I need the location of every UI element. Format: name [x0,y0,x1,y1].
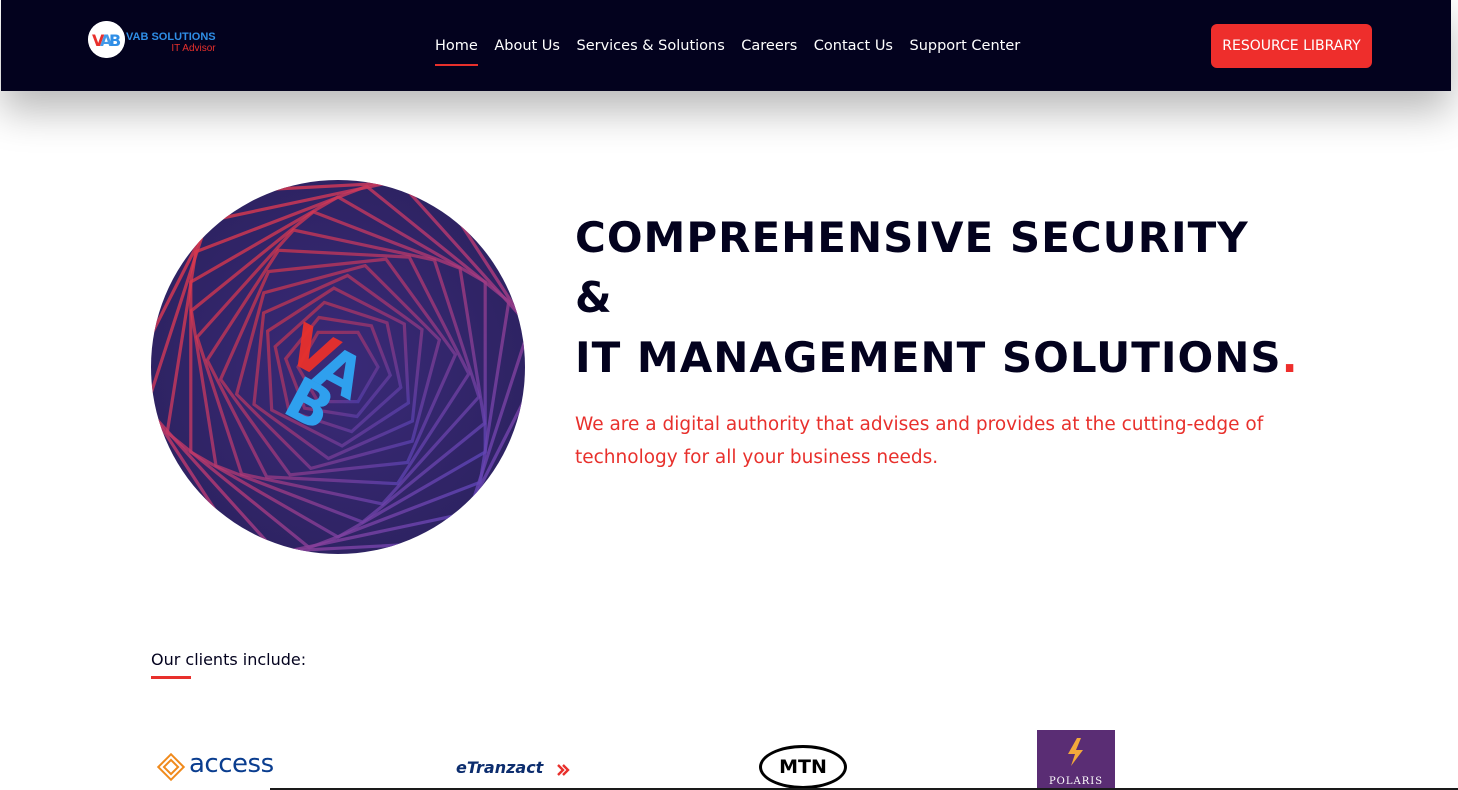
hero-spiral-graphic: V A B [151,180,525,554]
hero-title: COMPREHENSIVE SECURITY & IT MANAGEMENT S… [575,208,1299,388]
polaris-logo-text: POLARIS [1048,776,1104,787]
main-nav: Home About Us Services & Solutions Caree… [435,36,1037,66]
etranzact-logo-text: eTranzact [456,758,544,777]
logo-tagline: IT Advisor [171,43,216,54]
logo-badge-icon: V A B [88,21,125,58]
site-logo[interactable]: V A B VAB SOLUTIONS IT Advisor [88,21,218,61]
hero-title-line-1: COMPREHENSIVE SECURITY [575,213,1249,262]
clients-label: Our clients include: [151,650,307,669]
nav-home[interactable]: Home [435,36,478,66]
hero-subtitle: We are a digital authority that advises … [575,414,1264,468]
nav-contact-us[interactable]: Contact Us [814,36,893,66]
polaris-bolt-icon [1068,738,1083,766]
nav-support-center[interactable]: Support Center [910,36,1021,66]
client-logo-mtn: MTN [759,745,847,789]
resource-library-button[interactable]: RESOURCE LIBRARY [1211,24,1372,68]
hero-title-line-3: IT MANAGEMENT SOLUTIONS [575,333,1282,382]
hero-title-dot: . [1281,333,1299,382]
site-header: V A B VAB SOLUTIONS IT Advisor Home Abou… [1,0,1451,91]
nav-careers[interactable]: Careers [741,36,797,66]
access-diamond-icon [156,752,186,782]
mtn-logo-text: MTN [779,756,827,778]
hero-title-line-3-wrap: IT MANAGEMENT SOLUTIONS. [575,328,1299,388]
etranzact-arrow-icon [557,764,570,776]
client-logo-etranzact: eTranzact [456,758,576,784]
nav-services-solutions[interactable]: Services & Solutions [576,36,724,66]
logo-name: VAB SOLUTIONS [126,31,216,43]
client-logo-polaris: POLARIS [1037,730,1115,790]
hero-title-line-2: & [575,273,613,322]
clients-underline [151,676,191,679]
access-logo-text: access [189,749,274,779]
nav-about-us[interactable]: About Us [494,36,560,66]
svg-text:B: B [109,31,121,50]
client-logo-access: access [156,748,276,784]
